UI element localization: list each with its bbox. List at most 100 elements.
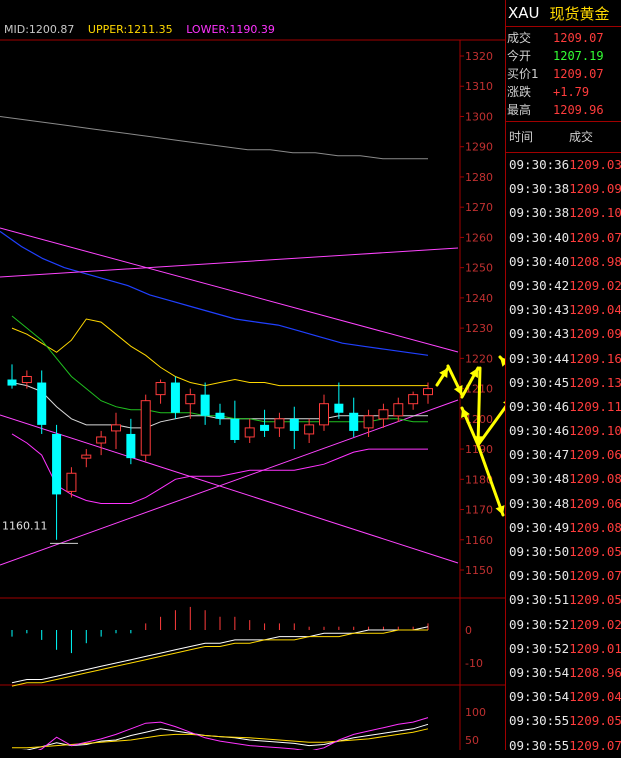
- quote-value: 1209.07: [553, 67, 604, 81]
- price-tick-label: 1280: [465, 171, 493, 184]
- tick-row[interactable]: 09:30:52 1209.01: [506, 637, 621, 661]
- candle-body-down: [126, 433, 136, 459]
- ma-long-line: [0, 116, 428, 160]
- kline-chart[interactable]: 1320 1310 1300 1290 1280 1270 1260 1250 1240 1230…: [0, 0, 505, 750]
- macd-dif-line: [11, 626, 429, 684]
- quote-label: 最高: [507, 103, 532, 117]
- quote-row: 今开 1207.19: [506, 47, 621, 65]
- tick-row[interactable]: 09:30:48 1209.08: [506, 467, 621, 491]
- tick-price: 1209.06: [569, 495, 621, 511]
- candle-body-up: [423, 388, 433, 396]
- kdj-k-line: [21, 723, 429, 750]
- tick-row[interactable]: 09:30:50 1209.05: [506, 540, 621, 564]
- tick-time: 09:30:55: [509, 713, 570, 729]
- tick-time: 09:30:46: [509, 398, 570, 414]
- tick-time: 09:30:54: [509, 664, 570, 680]
- candle-body-down: [349, 412, 359, 431]
- tick-row[interactable]: 09:30:46 1209.10: [506, 419, 621, 443]
- tick-time: 09:30:44: [509, 350, 570, 366]
- tick-row[interactable]: 09:30:51 1209.05: [506, 588, 621, 612]
- tick-price: 1209.13: [569, 374, 621, 390]
- tick-time: 09:30:42: [509, 277, 570, 293]
- candle-body-up: [378, 409, 389, 420]
- tick-row[interactable]: 09:30:54 1209.04: [506, 685, 621, 709]
- symbol-code: XAU: [508, 4, 540, 22]
- tick-row[interactable]: 09:30:55 1209.05: [506, 709, 621, 733]
- tick-row[interactable]: 09:30:44 1209.16: [506, 347, 621, 371]
- upper-value: UPPER:1211.35: [87, 23, 173, 36]
- candle-body-down: [37, 382, 47, 425]
- price-tick-label: 1320: [465, 50, 493, 63]
- tick-price: 1209.01: [569, 640, 621, 656]
- annotation-arrow: [476, 366, 482, 447]
- tick-price: 1209.11: [569, 398, 621, 414]
- candle-body-up: [140, 400, 151, 456]
- price-tick-label: 1290: [465, 141, 493, 154]
- tick-price: 1209.07: [569, 737, 621, 753]
- tick-row[interactable]: 09:30:38 1209.09: [506, 177, 621, 201]
- quote-label: 今开: [507, 49, 532, 63]
- candle-body-down: [289, 418, 299, 431]
- tick-time: 09:30:45: [509, 374, 570, 390]
- tick-list[interactable]: 09:30:36 1209.03 09:30:38 1209.09 09:30:38 12…: [506, 153, 621, 758]
- price-tick-label: 1220: [465, 352, 493, 365]
- tick-time: 09:30:55: [509, 737, 570, 753]
- quote-row: 成交 1209.07: [506, 29, 621, 47]
- tick-price: 1209.05: [569, 544, 621, 559]
- candle-body-up: [408, 394, 419, 405]
- candle-body-up: [96, 436, 107, 444]
- tick-row[interactable]: 09:30:40 1209.07: [506, 226, 621, 250]
- tick-time: 09:30:52: [509, 616, 570, 632]
- candle-body-up: [304, 424, 315, 435]
- chart-canvas[interactable]: 1320 1310 1300 1290 1280 1270 1260 1250 1240 1230…: [0, 0, 505, 750]
- tick-price: 1209.07: [569, 568, 621, 584]
- candle-body-down: [260, 424, 270, 431]
- tick-row[interactable]: 09:30:46 1209.11: [506, 395, 621, 419]
- candle-body-up: [393, 403, 404, 417]
- tick-time: 09:30:48: [509, 495, 570, 511]
- tick-price: 1209.04: [569, 689, 621, 705]
- tick-row[interactable]: 09:30:42 1209.02: [506, 274, 621, 298]
- tick-row[interactable]: 09:30:54 1208.96: [506, 661, 621, 685]
- price-tick-label: 1150: [465, 564, 493, 577]
- quote-row: 涨跌 +1.79: [506, 83, 621, 101]
- tick-time: 09:30:40: [509, 253, 570, 269]
- tick-time: 09:30:36: [509, 157, 570, 172]
- tick-price: 1209.10: [569, 423, 621, 439]
- price-tick-label: 1310: [465, 80, 493, 93]
- tick-row[interactable]: 09:30:55 1209.07: [506, 734, 621, 758]
- tick-row[interactable]: 09:30:47 1209.06: [506, 443, 621, 467]
- candle-body-up: [319, 403, 329, 426]
- macd-axis-label: -10: [465, 657, 483, 670]
- tick-row[interactable]: 09:30:43 1209.04: [506, 298, 621, 322]
- tick-time: 09:30:48: [509, 471, 570, 487]
- candle-body-up: [244, 427, 255, 438]
- boll-upper-line: [11, 318, 428, 387]
- price-tick-label: 1240: [465, 292, 493, 305]
- tick-time: 09:30:54: [509, 689, 570, 705]
- tick-row[interactable]: 09:30:36 1209.03: [506, 153, 621, 177]
- tick-price: 1208.96: [569, 664, 621, 680]
- tick-row[interactable]: 09:30:49 1209.08: [506, 516, 621, 540]
- tick-price: 1209.05: [569, 713, 621, 729]
- tick-price: 1209.09: [569, 181, 621, 197]
- quote-value: 1207.19: [553, 49, 604, 63]
- quote-label: 涨跌: [507, 85, 532, 99]
- tick-time: 09:30:49: [509, 519, 570, 535]
- ma-blue-line: [0, 230, 429, 356]
- col-time: 时间: [509, 130, 534, 144]
- tick-row[interactable]: 09:30:50 1209.07: [506, 564, 621, 588]
- price-tick-label: 1170: [465, 504, 493, 517]
- mid-value: MID:1200.87: [4, 23, 75, 36]
- price-tick-label: 1260: [465, 231, 493, 244]
- candle-body-down: [334, 403, 344, 413]
- tick-price: 1209.03: [569, 157, 621, 172]
- tick-row[interactable]: 09:30:40 1208.98: [506, 250, 621, 274]
- boll-lower-line: [11, 433, 428, 504]
- tick-row[interactable]: 09:30:48 1209.06: [506, 492, 621, 516]
- tick-row[interactable]: 09:30:52 1209.02: [506, 613, 621, 637]
- tick-row[interactable]: 09:30:45 1209.13: [506, 371, 621, 395]
- tick-row[interactable]: 09:30:43 1209.09: [506, 322, 621, 346]
- tick-row[interactable]: 09:30:38 1209.10: [506, 201, 621, 225]
- candle-body-down: [200, 394, 210, 416]
